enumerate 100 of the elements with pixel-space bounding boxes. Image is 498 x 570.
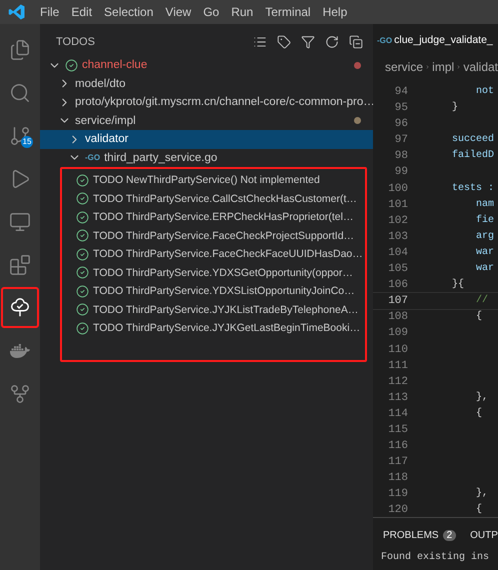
code-text: }{ bbox=[451, 278, 464, 292]
check-circle-icon bbox=[76, 210, 89, 224]
go-file-icon: -GO bbox=[377, 36, 392, 44]
breadcrumb[interactable]: service bbox=[385, 60, 424, 74]
line-number: 97 bbox=[394, 133, 408, 148]
git-graph-icon bbox=[9, 382, 31, 404]
code-text: }, bbox=[475, 486, 488, 502]
menu-item[interactable]: Help bbox=[316, 5, 354, 19]
blocks-icon bbox=[9, 254, 31, 276]
tree-item[interactable]: TODO ThirdPartyService.ERPCheckHasProprietor(tel… bbox=[62, 208, 365, 226]
collapse-all-icon[interactable] bbox=[349, 35, 363, 49]
line-number: 117 bbox=[387, 455, 408, 470]
code-text: succeed bbox=[451, 132, 494, 148]
check-circle-icon bbox=[76, 284, 89, 298]
code-text: arg bbox=[475, 230, 494, 244]
tree-item[interactable]: TODO ThirdPartyService.JYJKGetLastBeginTimeBooki… bbox=[62, 319, 365, 338]
check-circle-icon bbox=[76, 248, 89, 261]
line-number: 109 bbox=[387, 326, 408, 342]
line-number: 111 bbox=[387, 358, 408, 374]
menu-item[interactable]: Selection bbox=[98, 5, 160, 19]
code-text: tests : bbox=[451, 182, 494, 196]
tree-item[interactable]: TODO NewThirdPartyService() Not implemented bbox=[62, 171, 365, 190]
search-icon bbox=[9, 82, 31, 104]
line-number: 104 bbox=[387, 246, 408, 261]
line-number: 106 bbox=[387, 278, 408, 294]
tree-item[interactable]: TODO ThirdPartyService.YDXSGetOpportunity(oppor… bbox=[62, 264, 365, 282]
code-text: not bbox=[475, 85, 494, 99]
code-text: { bbox=[475, 502, 482, 517]
tree-item[interactable]: model/dto bbox=[40, 74, 373, 93]
menu-item[interactable]: View bbox=[159, 5, 198, 19]
tree-item[interactable]: validator bbox=[40, 130, 373, 148]
tag-icon[interactable] bbox=[277, 35, 291, 49]
go-file-icon: -GO bbox=[85, 153, 100, 162]
refresh-icon[interactable] bbox=[325, 35, 339, 49]
check-circle-icon bbox=[76, 229, 89, 242]
line-number: 96 bbox=[394, 117, 408, 132]
tree-item[interactable]: TODO ThirdPartyService.CallCstCheckHasCustomer(t… bbox=[62, 190, 365, 208]
code-text: war bbox=[475, 262, 494, 276]
menu-item[interactable]: File bbox=[34, 5, 66, 19]
tab-label: clue_judge_validate_ bbox=[394, 34, 493, 46]
line-number: 103 bbox=[387, 230, 408, 245]
line-number: 116 bbox=[387, 439, 408, 454]
tree-item[interactable]: TODO ThirdPartyService.YDXSListOpportunityJoinCo… bbox=[62, 282, 365, 300]
menu-item[interactable]: Edit bbox=[65, 5, 98, 19]
branch-icon bbox=[9, 124, 31, 146]
line-number: 105 bbox=[387, 262, 408, 278]
tree-item[interactable]: service/impl bbox=[40, 112, 373, 130]
panel-tab[interactable]: PROBLEMS 2 bbox=[383, 530, 456, 540]
line-number: 99 bbox=[394, 165, 408, 180]
line-number: 95 bbox=[394, 101, 408, 116]
code-text: { bbox=[475, 406, 482, 421]
line-number: 115 bbox=[387, 422, 408, 438]
line-number: 94 bbox=[394, 85, 408, 100]
activity-button[interactable] bbox=[1, 287, 39, 328]
breadcrumb[interactable]: impl bbox=[432, 60, 454, 74]
terminal-text: Found existing ins bbox=[381, 552, 490, 563]
count-badge: 2 bbox=[442, 530, 456, 540]
line-number: 98 bbox=[394, 149, 408, 164]
activity-button[interactable]: 15 bbox=[1, 115, 39, 156]
tree-item[interactable]: TODO ThirdPartyService.JYJKListTradeByTelephoneA… bbox=[62, 300, 365, 319]
line-number: 120 bbox=[387, 503, 408, 517]
check-circle-icon bbox=[76, 266, 89, 280]
code-text: war bbox=[475, 246, 494, 260]
code-text: } bbox=[451, 100, 458, 116]
check-circle-icon bbox=[65, 58, 78, 72]
breadcrumb[interactable]: validat bbox=[463, 60, 498, 74]
count-badge: 15 bbox=[21, 136, 33, 148]
line-number: 100 bbox=[387, 182, 408, 197]
check-circle-icon bbox=[76, 303, 89, 316]
line-number: 112 bbox=[387, 374, 408, 390]
code-text: failedD bbox=[451, 148, 494, 164]
code-text: nam bbox=[475, 198, 494, 212]
files-icon bbox=[9, 38, 31, 60]
monitor-icon bbox=[9, 210, 31, 232]
menu-item[interactable]: Run bbox=[225, 5, 260, 19]
tree-item[interactable]: proto/ykproto/git.myscrm.cn/channel-core/c-common-pro… bbox=[40, 93, 373, 112]
tree-item[interactable]: TODO ThirdPartyService.FaceCheckFaceUUIDHasDao… bbox=[62, 245, 365, 264]
menu-item[interactable]: Go bbox=[197, 5, 226, 19]
line-number: 102 bbox=[387, 214, 408, 229]
line-number: 101 bbox=[387, 198, 408, 213]
tree-item[interactable]: channel-clue bbox=[40, 56, 373, 74]
code-text: fie bbox=[475, 214, 494, 228]
panel-tab[interactable]: OUTP bbox=[470, 530, 498, 540]
line-number: 118 bbox=[387, 471, 408, 486]
tree-item[interactable]: TODO ThirdPartyService.FaceCheckProjectSupportId… bbox=[62, 226, 365, 245]
tree-item[interactable]: -GO third_party_service.go bbox=[40, 148, 373, 167]
line-number: 113 bbox=[387, 390, 408, 406]
check-circle-icon bbox=[76, 322, 89, 335]
panel-title: TODOS bbox=[56, 36, 96, 48]
menu-item[interactable]: Terminal bbox=[259, 5, 317, 19]
line-number: 119 bbox=[387, 487, 408, 502]
line-number: 110 bbox=[387, 342, 408, 358]
editor-tab[interactable]: -GO clue_judge_validate_ bbox=[373, 24, 498, 56]
app-logo-icon bbox=[8, 3, 26, 21]
line-number: 107 bbox=[387, 294, 408, 310]
check-circle-icon bbox=[76, 174, 89, 187]
code-text: // bbox=[475, 294, 488, 308]
code-text: { bbox=[475, 310, 482, 324]
line-number: 114 bbox=[387, 406, 408, 422]
filter-icon[interactable] bbox=[301, 35, 315, 49]
